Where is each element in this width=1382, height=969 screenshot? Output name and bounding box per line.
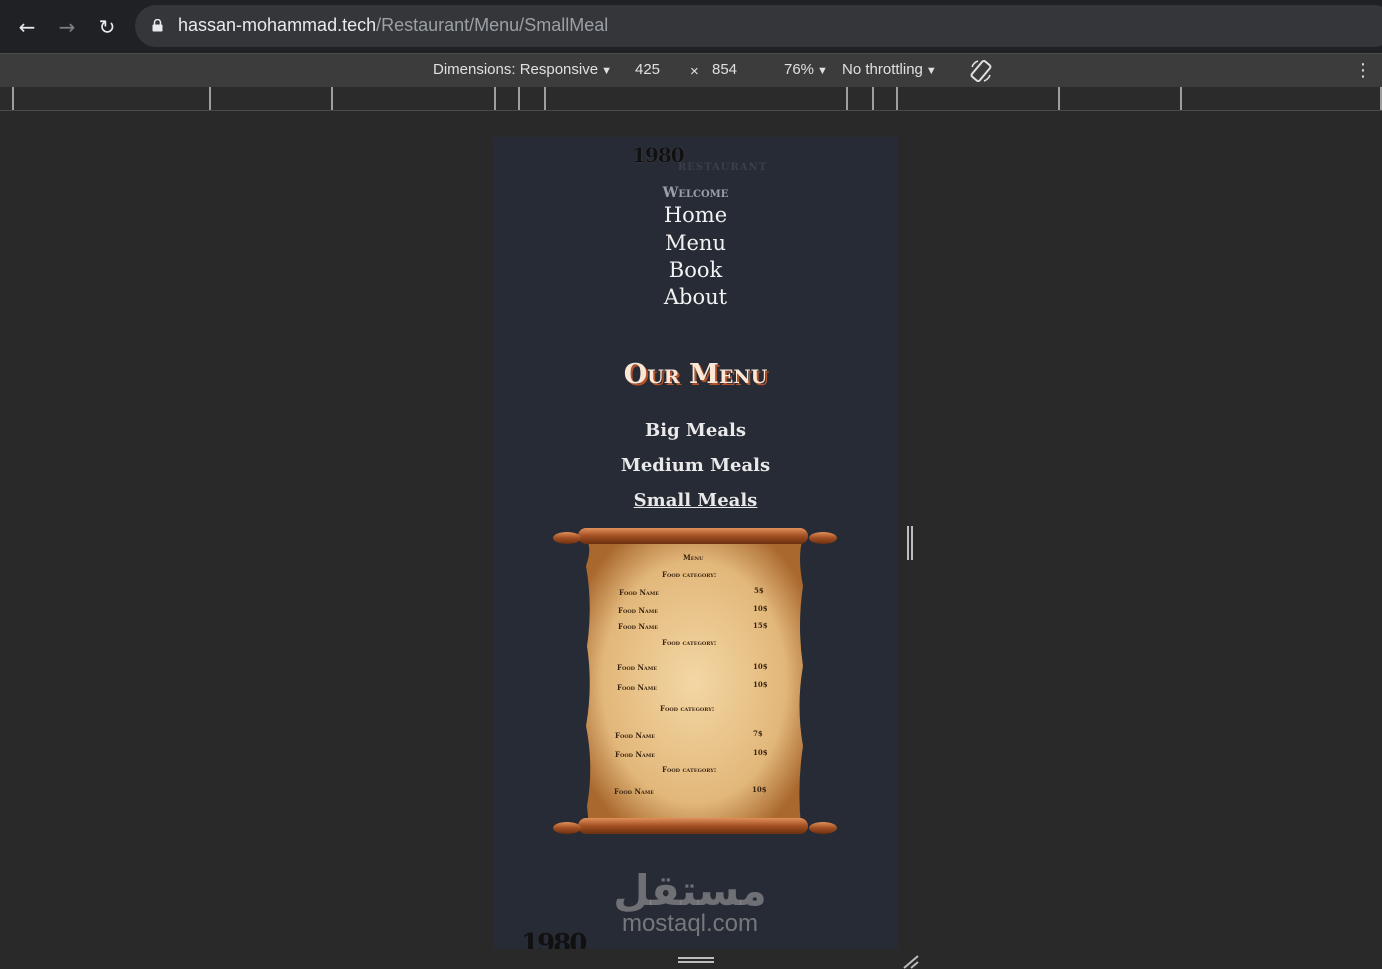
media-query-marker[interactable] [494, 87, 496, 110]
rotate-icon[interactable] [968, 58, 994, 84]
nav-book-link[interactable]: Book [493, 258, 898, 282]
scroll-item-name: Food Name [619, 588, 660, 597]
lock-icon[interactable] [152, 19, 163, 32]
url-path: /Restaurant/Menu/SmallMeal [376, 15, 609, 35]
scroll-category: Food category: [662, 638, 717, 647]
footer-logo: 1980 [521, 929, 587, 949]
caret-down-icon: ▼ [601, 65, 612, 77]
site-logo[interactable]: 1980 [632, 143, 685, 167]
scroll-category: Food category: [662, 765, 717, 774]
scroll-category: Food category: [662, 570, 717, 579]
forward-icon[interactable]: → [52, 12, 82, 42]
category-small-meals-link[interactable]: Small Meals [493, 490, 898, 511]
dimensions-dropdown[interactable]: Dimensions: Responsive ▼ [433, 61, 612, 78]
address-bar[interactable]: hassan-mohammad.tech/Restaurant/Menu/Sma… [135, 5, 1382, 47]
zoom-dropdown[interactable]: 76% ▼ [784, 61, 828, 78]
media-query-marker[interactable] [12, 87, 14, 110]
category-medium-meals-link[interactable]: Medium Meals [493, 455, 898, 476]
scroll-item-name: Food Name [615, 750, 656, 759]
nav-menu-link[interactable]: Menu [493, 231, 898, 255]
scroll-item-name: Food Name [617, 683, 658, 692]
watermark-arabic: مستقل [613, 866, 767, 915]
resize-handle-bottom[interactable] [678, 955, 714, 965]
caret-down-icon: ▼ [817, 65, 828, 77]
scroll-item-price: 10$ [752, 785, 767, 794]
media-query-marker[interactable] [1180, 87, 1182, 110]
scroll-item-price: 10$ [753, 604, 768, 613]
mostaql-watermark: مستقل mostaql.com [605, 867, 775, 937]
emulated-viewport: 1980 RESTAURANT Welcome Home Menu Book A… [493, 137, 898, 949]
scroll-menu-heading: Menu [683, 553, 704, 562]
category-big-meals-link[interactable]: Big Meals [493, 420, 898, 441]
dimensions-label: Dimensions: Responsive [433, 61, 599, 78]
url-text[interactable]: hassan-mohammad.tech/Restaurant/Menu/Sma… [178, 15, 608, 36]
page-title: Our Menu [623, 359, 768, 390]
media-query-marker[interactable] [846, 87, 848, 110]
media-query-marker[interactable] [331, 87, 333, 110]
throttling-dropdown[interactable]: No throttling ▼ [842, 61, 937, 78]
width-input[interactable]: 425 [635, 61, 660, 78]
scroll-category: Food category: [660, 704, 715, 713]
media-query-marker[interactable] [872, 87, 874, 110]
throttling-label: No throttling [842, 61, 923, 78]
scroll-item-price: 7$ [753, 729, 763, 738]
url-host: hassan-mohammad.tech [178, 15, 377, 35]
scroll-item-name: Food Name [617, 663, 658, 672]
scroll-item-name: Food Name [614, 787, 655, 796]
caret-down-icon: ▼ [925, 65, 937, 77]
resize-handle-right[interactable] [905, 526, 915, 560]
nav-about-link[interactable]: About [493, 285, 898, 309]
scroll-item-name: Food Name [618, 622, 659, 631]
reload-icon[interactable]: ↻ [92, 12, 122, 42]
scroll-item-price: 5$ [754, 586, 764, 595]
scroll-item-price: 10$ [753, 680, 768, 689]
scroll-item-price: 10$ [753, 662, 768, 671]
height-input[interactable]: 854 [712, 61, 737, 78]
media-query-marker[interactable] [1058, 87, 1060, 110]
resize-handle-corner[interactable] [900, 953, 920, 969]
watermark-latin: mostaql.com [621, 910, 759, 937]
media-query-bar [0, 87, 1382, 111]
scroll-item-price: 15$ [753, 621, 768, 630]
scroll-item-name: Food Name [618, 606, 659, 615]
site-logo-subtitle: RESTAURANT [678, 162, 768, 173]
menu-scroll-image: Menu Food category: Food Name 5$ Food Na… [553, 526, 838, 841]
scroll-item-name: Food Name [615, 731, 656, 740]
media-query-marker[interactable] [544, 87, 546, 110]
media-query-marker[interactable] [896, 87, 898, 110]
more-options-icon[interactable]: ⋮ [1354, 60, 1372, 82]
nav-home-link[interactable]: Home [493, 203, 898, 227]
device-toolbar: Dimensions: Responsive ▼ 425 × 854 76% ▼ N… [0, 53, 1382, 87]
zoom-label: 76% [784, 61, 815, 78]
back-icon[interactable]: ← [12, 12, 42, 42]
browser-toolbar: ← → ↻ hassan-mohammad.tech/Restaurant/Me… [0, 0, 1382, 53]
media-query-marker[interactable] [518, 87, 520, 110]
welcome-text: Welcome [662, 185, 729, 201]
scroll-item-price: 10$ [753, 748, 768, 757]
media-query-marker[interactable] [209, 87, 211, 110]
times-icon: × [690, 63, 699, 80]
